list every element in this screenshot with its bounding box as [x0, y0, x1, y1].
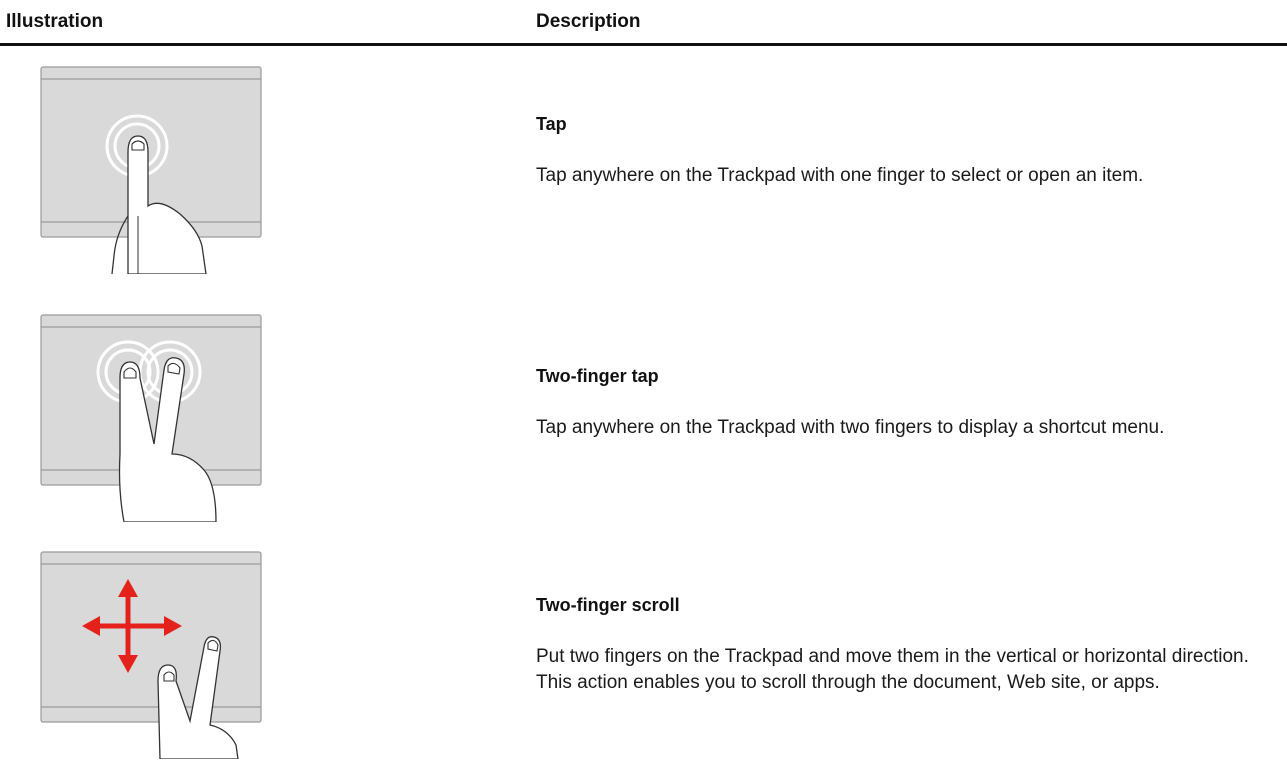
- row-title: Two-finger scroll: [536, 595, 680, 615]
- trackpad-two-finger-scroll-icon: [40, 551, 262, 760]
- row-title: Tap: [536, 114, 567, 134]
- tap-illustration: [40, 66, 264, 275]
- trackpad-tap-icon: [40, 66, 262, 275]
- row-description: Put two fingers on the Trackpad and move…: [536, 646, 1249, 693]
- two-finger-tap-illustration: [40, 314, 264, 523]
- two-finger-scroll-illustration: [40, 551, 264, 760]
- trackpad-two-finger-tap-icon: [40, 314, 262, 523]
- table-row-two-finger-scroll: Two-finger scroll Put two fingers on the…: [0, 551, 1287, 760]
- column-header-illustration: Illustration: [6, 11, 104, 32]
- row-description: Tap anywhere on the Trackpad with two fi…: [536, 417, 1165, 438]
- row-title: Two-finger tap: [536, 366, 659, 386]
- table-row-two-finger-tap: Two-finger tap Tap anywhere on the Track…: [0, 314, 1287, 524]
- table-header: Illustration Description: [0, 0, 1287, 46]
- column-header-description: Description: [536, 11, 641, 32]
- row-description: Tap anywhere on the Trackpad with one fi…: [536, 165, 1144, 186]
- table-row-tap: Tap Tap anywhere on the Trackpad with on…: [0, 66, 1287, 276]
